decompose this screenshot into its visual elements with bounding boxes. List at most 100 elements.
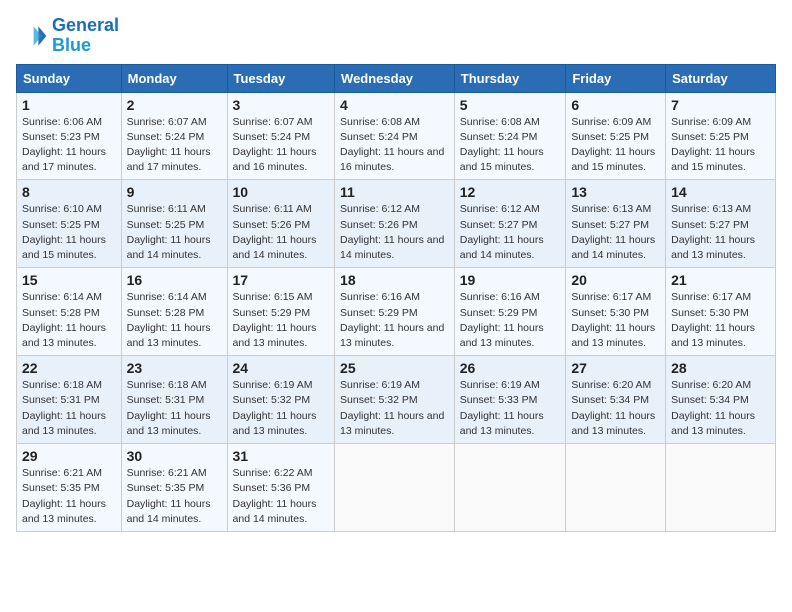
day-info: Sunrise: 6:08 AMSunset: 5:24 PMDaylight:… bbox=[460, 116, 544, 174]
day-number: 14 bbox=[671, 184, 770, 200]
calendar-cell bbox=[666, 444, 776, 532]
calendar-cell bbox=[335, 444, 455, 532]
day-info: Sunrise: 6:20 AMSunset: 5:34 PMDaylight:… bbox=[571, 379, 655, 437]
day-info: Sunrise: 6:08 AMSunset: 5:24 PMDaylight:… bbox=[340, 116, 444, 174]
calendar-cell: 28 Sunrise: 6:20 AMSunset: 5:34 PMDaylig… bbox=[666, 356, 776, 444]
header-monday: Monday bbox=[121, 64, 227, 92]
calendar-cell: 18 Sunrise: 6:16 AMSunset: 5:29 PMDaylig… bbox=[335, 268, 455, 356]
day-number: 27 bbox=[571, 360, 660, 376]
calendar-cell: 9 Sunrise: 6:11 AMSunset: 5:25 PMDayligh… bbox=[121, 180, 227, 268]
calendar-cell: 11 Sunrise: 6:12 AMSunset: 5:26 PMDaylig… bbox=[335, 180, 455, 268]
calendar-cell: 5 Sunrise: 6:08 AMSunset: 5:24 PMDayligh… bbox=[454, 92, 566, 180]
day-info: Sunrise: 6:07 AMSunset: 5:24 PMDaylight:… bbox=[127, 116, 211, 174]
day-number: 31 bbox=[233, 448, 330, 464]
day-number: 19 bbox=[460, 272, 561, 288]
calendar-cell: 27 Sunrise: 6:20 AMSunset: 5:34 PMDaylig… bbox=[566, 356, 666, 444]
calendar-table: SundayMondayTuesdayWednesdayThursdayFrid… bbox=[16, 64, 776, 532]
day-info: Sunrise: 6:14 AMSunset: 5:28 PMDaylight:… bbox=[22, 291, 106, 349]
day-number: 26 bbox=[460, 360, 561, 376]
calendar-cell: 10 Sunrise: 6:11 AMSunset: 5:26 PMDaylig… bbox=[227, 180, 335, 268]
day-number: 22 bbox=[22, 360, 116, 376]
day-number: 15 bbox=[22, 272, 116, 288]
day-number: 7 bbox=[671, 97, 770, 113]
week-row-2: 8 Sunrise: 6:10 AMSunset: 5:25 PMDayligh… bbox=[17, 180, 776, 268]
calendar-cell: 29 Sunrise: 6:21 AMSunset: 5:35 PMDaylig… bbox=[17, 444, 122, 532]
day-info: Sunrise: 6:19 AMSunset: 5:32 PMDaylight:… bbox=[233, 379, 317, 437]
calendar-cell: 31 Sunrise: 6:22 AMSunset: 5:36 PMDaylig… bbox=[227, 444, 335, 532]
day-info: Sunrise: 6:07 AMSunset: 5:24 PMDaylight:… bbox=[233, 116, 317, 174]
header-row: SundayMondayTuesdayWednesdayThursdayFrid… bbox=[17, 64, 776, 92]
day-number: 29 bbox=[22, 448, 116, 464]
header-thursday: Thursday bbox=[454, 64, 566, 92]
header-sunday: Sunday bbox=[17, 64, 122, 92]
day-number: 2 bbox=[127, 97, 222, 113]
calendar-cell: 7 Sunrise: 6:09 AMSunset: 5:25 PMDayligh… bbox=[666, 92, 776, 180]
calendar-cell: 12 Sunrise: 6:12 AMSunset: 5:27 PMDaylig… bbox=[454, 180, 566, 268]
day-number: 17 bbox=[233, 272, 330, 288]
calendar-cell: 6 Sunrise: 6:09 AMSunset: 5:25 PMDayligh… bbox=[566, 92, 666, 180]
calendar-cell: 4 Sunrise: 6:08 AMSunset: 5:24 PMDayligh… bbox=[335, 92, 455, 180]
day-info: Sunrise: 6:19 AMSunset: 5:33 PMDaylight:… bbox=[460, 379, 544, 437]
day-number: 10 bbox=[233, 184, 330, 200]
day-info: Sunrise: 6:14 AMSunset: 5:28 PMDaylight:… bbox=[127, 291, 211, 349]
page-header: General Blue bbox=[16, 16, 776, 56]
week-row-4: 22 Sunrise: 6:18 AMSunset: 5:31 PMDaylig… bbox=[17, 356, 776, 444]
calendar-cell: 8 Sunrise: 6:10 AMSunset: 5:25 PMDayligh… bbox=[17, 180, 122, 268]
day-info: Sunrise: 6:17 AMSunset: 5:30 PMDaylight:… bbox=[671, 291, 755, 349]
calendar-cell: 26 Sunrise: 6:19 AMSunset: 5:33 PMDaylig… bbox=[454, 356, 566, 444]
calendar-cell: 24 Sunrise: 6:19 AMSunset: 5:32 PMDaylig… bbox=[227, 356, 335, 444]
day-info: Sunrise: 6:18 AMSunset: 5:31 PMDaylight:… bbox=[22, 379, 106, 437]
day-info: Sunrise: 6:16 AMSunset: 5:29 PMDaylight:… bbox=[340, 291, 444, 349]
calendar-cell bbox=[454, 444, 566, 532]
calendar-cell bbox=[566, 444, 666, 532]
day-info: Sunrise: 6:22 AMSunset: 5:36 PMDaylight:… bbox=[233, 467, 317, 525]
day-info: Sunrise: 6:11 AMSunset: 5:26 PMDaylight:… bbox=[233, 203, 317, 261]
day-number: 20 bbox=[571, 272, 660, 288]
calendar-cell: 1 Sunrise: 6:06 AMSunset: 5:23 PMDayligh… bbox=[17, 92, 122, 180]
day-info: Sunrise: 6:06 AMSunset: 5:23 PMDaylight:… bbox=[22, 116, 106, 174]
calendar-cell: 21 Sunrise: 6:17 AMSunset: 5:30 PMDaylig… bbox=[666, 268, 776, 356]
header-friday: Friday bbox=[566, 64, 666, 92]
calendar-cell: 16 Sunrise: 6:14 AMSunset: 5:28 PMDaylig… bbox=[121, 268, 227, 356]
day-number: 16 bbox=[127, 272, 222, 288]
week-row-3: 15 Sunrise: 6:14 AMSunset: 5:28 PMDaylig… bbox=[17, 268, 776, 356]
day-info: Sunrise: 6:19 AMSunset: 5:32 PMDaylight:… bbox=[340, 379, 444, 437]
day-info: Sunrise: 6:10 AMSunset: 5:25 PMDaylight:… bbox=[22, 203, 106, 261]
day-info: Sunrise: 6:09 AMSunset: 5:25 PMDaylight:… bbox=[571, 116, 655, 174]
header-tuesday: Tuesday bbox=[227, 64, 335, 92]
day-info: Sunrise: 6:12 AMSunset: 5:26 PMDaylight:… bbox=[340, 203, 444, 261]
day-number: 18 bbox=[340, 272, 449, 288]
week-row-1: 1 Sunrise: 6:06 AMSunset: 5:23 PMDayligh… bbox=[17, 92, 776, 180]
calendar-cell: 25 Sunrise: 6:19 AMSunset: 5:32 PMDaylig… bbox=[335, 356, 455, 444]
day-number: 25 bbox=[340, 360, 449, 376]
day-info: Sunrise: 6:13 AMSunset: 5:27 PMDaylight:… bbox=[671, 203, 755, 261]
day-info: Sunrise: 6:11 AMSunset: 5:25 PMDaylight:… bbox=[127, 203, 211, 261]
day-info: Sunrise: 6:16 AMSunset: 5:29 PMDaylight:… bbox=[460, 291, 544, 349]
logo-icon bbox=[16, 20, 48, 52]
day-number: 13 bbox=[571, 184, 660, 200]
day-info: Sunrise: 6:20 AMSunset: 5:34 PMDaylight:… bbox=[671, 379, 755, 437]
logo-text: General Blue bbox=[52, 16, 119, 56]
calendar-cell: 20 Sunrise: 6:17 AMSunset: 5:30 PMDaylig… bbox=[566, 268, 666, 356]
calendar-cell: 30 Sunrise: 6:21 AMSunset: 5:35 PMDaylig… bbox=[121, 444, 227, 532]
day-number: 28 bbox=[671, 360, 770, 376]
logo: General Blue bbox=[16, 16, 119, 56]
header-wednesday: Wednesday bbox=[335, 64, 455, 92]
calendar-cell: 15 Sunrise: 6:14 AMSunset: 5:28 PMDaylig… bbox=[17, 268, 122, 356]
day-info: Sunrise: 6:21 AMSunset: 5:35 PMDaylight:… bbox=[127, 467, 211, 525]
day-info: Sunrise: 6:15 AMSunset: 5:29 PMDaylight:… bbox=[233, 291, 317, 349]
day-number: 4 bbox=[340, 97, 449, 113]
day-number: 11 bbox=[340, 184, 449, 200]
day-number: 12 bbox=[460, 184, 561, 200]
day-number: 1 bbox=[22, 97, 116, 113]
calendar-cell: 14 Sunrise: 6:13 AMSunset: 5:27 PMDaylig… bbox=[666, 180, 776, 268]
day-number: 9 bbox=[127, 184, 222, 200]
calendar-cell: 13 Sunrise: 6:13 AMSunset: 5:27 PMDaylig… bbox=[566, 180, 666, 268]
calendar-cell: 17 Sunrise: 6:15 AMSunset: 5:29 PMDaylig… bbox=[227, 268, 335, 356]
calendar-cell: 3 Sunrise: 6:07 AMSunset: 5:24 PMDayligh… bbox=[227, 92, 335, 180]
day-info: Sunrise: 6:17 AMSunset: 5:30 PMDaylight:… bbox=[571, 291, 655, 349]
day-info: Sunrise: 6:09 AMSunset: 5:25 PMDaylight:… bbox=[671, 116, 755, 174]
day-number: 3 bbox=[233, 97, 330, 113]
calendar-cell: 22 Sunrise: 6:18 AMSunset: 5:31 PMDaylig… bbox=[17, 356, 122, 444]
day-info: Sunrise: 6:13 AMSunset: 5:27 PMDaylight:… bbox=[571, 203, 655, 261]
